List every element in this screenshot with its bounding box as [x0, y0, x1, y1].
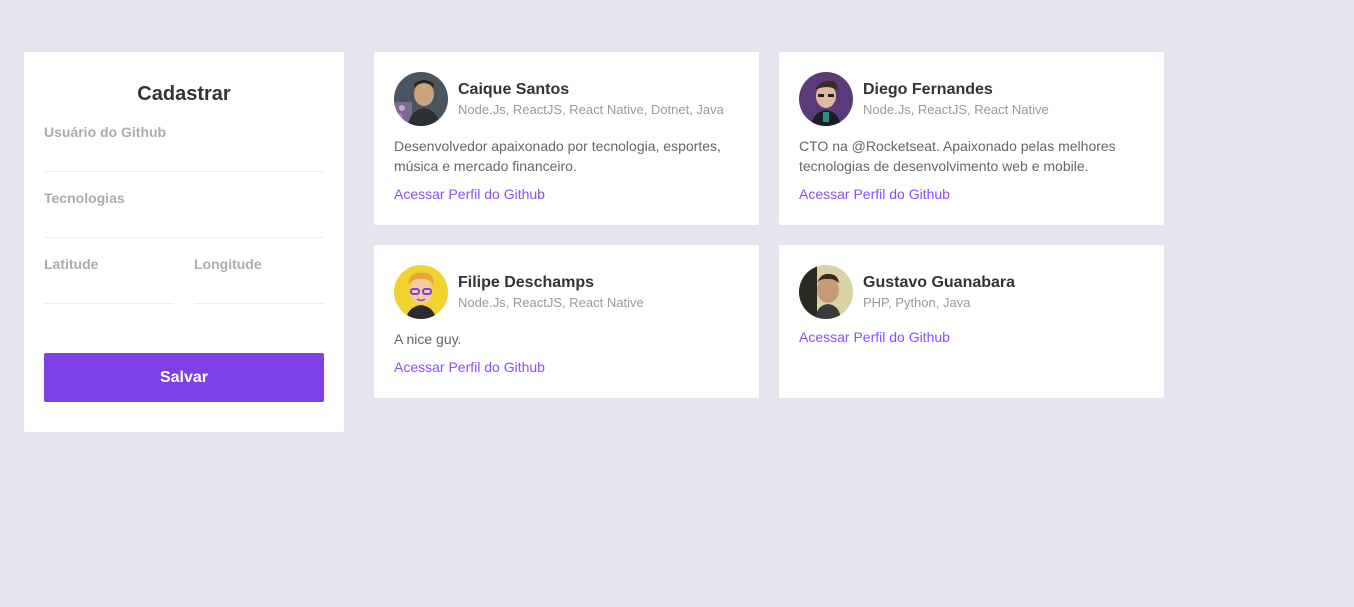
- dev-name: Gustavo Guanabara: [863, 274, 1016, 291]
- user-info: Diego Fernandes Node.Js, ReactJS, React …: [863, 81, 1049, 117]
- avatar: [394, 72, 448, 126]
- dev-card: Filipe Deschamps Node.Js, ReactJS, React…: [374, 245, 759, 398]
- avatar: [394, 265, 448, 319]
- latitude-field: Latitude: [44, 256, 174, 304]
- github-user-field: Usuário do Github: [44, 124, 324, 172]
- dev-name: Caique Santos: [458, 81, 570, 98]
- github-user-label: Usuário do Github: [44, 124, 167, 140]
- dev-techs: Node.Js, ReactJS, React Native: [458, 295, 644, 310]
- user-info: Gustavo Guanabara PHP, Python, Java: [863, 274, 1015, 310]
- register-panel: Cadastrar Usuário do Github Tecnologias …: [24, 52, 344, 432]
- github-user-input[interactable]: [44, 140, 324, 172]
- latitude-input[interactable]: [44, 272, 174, 304]
- techs-input[interactable]: [44, 206, 324, 238]
- dev-card-header: Caique Santos Node.Js, ReactJS, React Na…: [394, 72, 739, 126]
- dev-techs: Node.Js, ReactJS, React Native, Dotnet, …: [458, 102, 724, 117]
- github-profile-link[interactable]: Acessar Perfil do Github: [394, 359, 545, 375]
- register-form: Usuário do Github Tecnologias Latitude L…: [44, 124, 324, 402]
- dev-name: Filipe Deschamps: [458, 274, 595, 291]
- dev-bio: Desenvolvedor apaixonado por tecnologia,…: [394, 138, 721, 174]
- dev-techs: Node.Js, ReactJS, React Native: [863, 102, 1049, 117]
- dev-card-header: Diego Fernandes Node.Js, ReactJS, React …: [799, 72, 1144, 126]
- longitude-input[interactable]: [194, 272, 324, 304]
- dev-card: Caique Santos Node.Js, ReactJS, React Na…: [374, 52, 759, 225]
- avatar: [799, 265, 853, 319]
- dev-card: Diego Fernandes Node.Js, ReactJS, React …: [779, 52, 1164, 225]
- dev-name: Diego Fernandes: [863, 81, 993, 98]
- techs-label: Tecnologias: [44, 190, 125, 206]
- avatar: [799, 72, 853, 126]
- latitude-label: Latitude: [44, 256, 99, 272]
- dev-card-header: Filipe Deschamps Node.Js, ReactJS, React…: [394, 265, 739, 319]
- github-profile-link[interactable]: Acessar Perfil do Github: [799, 329, 950, 345]
- user-info: Caique Santos Node.Js, ReactJS, React Na…: [458, 81, 724, 117]
- longitude-field: Longitude: [194, 256, 324, 304]
- github-profile-link[interactable]: Acessar Perfil do Github: [394, 186, 545, 202]
- save-button[interactable]: Salvar: [44, 353, 324, 402]
- dev-card-header: Gustavo Guanabara PHP, Python, Java: [799, 265, 1144, 319]
- form-title: Cadastrar: [137, 83, 231, 105]
- coordinates-row: Latitude Longitude: [44, 238, 324, 304]
- dev-card: Gustavo Guanabara PHP, Python, Java Aces…: [779, 245, 1164, 398]
- dev-bio: A nice guy.: [394, 331, 462, 347]
- dev-techs: PHP, Python, Java: [863, 295, 971, 310]
- user-info: Filipe Deschamps Node.Js, ReactJS, React…: [458, 274, 644, 310]
- github-profile-link[interactable]: Acessar Perfil do Github: [799, 186, 950, 202]
- longitude-label: Longitude: [194, 256, 262, 272]
- techs-field: Tecnologias: [44, 190, 324, 238]
- dev-bio: CTO na @Rocketseat. Apaixonado pelas mel…: [799, 138, 1116, 174]
